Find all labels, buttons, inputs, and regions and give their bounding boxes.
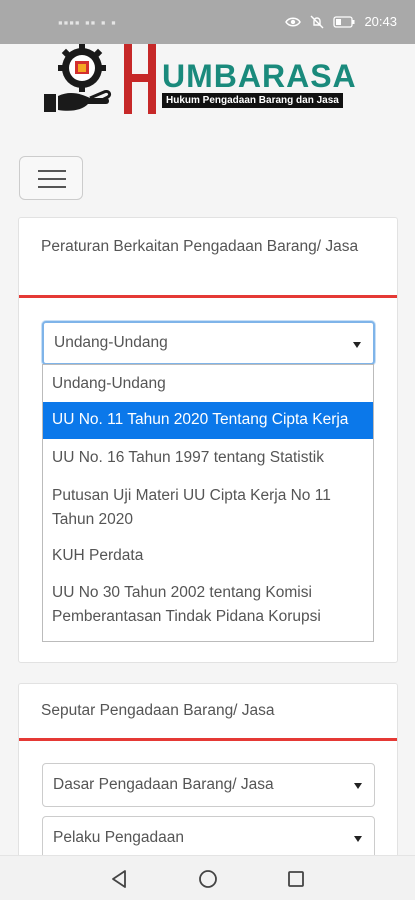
- dropdown-option[interactable]: KUH Perdata: [43, 537, 373, 575]
- status-bar: ▪▪▪▪ ▪▪ ▪ ▪ 20:43: [0, 0, 415, 44]
- gear-hand-emblem-icon: [44, 44, 112, 112]
- home-icon: [199, 870, 217, 888]
- back-icon: [112, 870, 126, 888]
- brand-tagline: Hukum Pengadaan Barang dan Jasa: [162, 93, 343, 108]
- recents-icon: [288, 871, 304, 887]
- brand-name: UMBARASA: [162, 58, 357, 94]
- dropdown-option-selected[interactable]: UU No. 11 Tahun 2020 Tentang Cipta Kerja: [43, 402, 373, 439]
- regulations-select[interactable]: Undang-Undang: [42, 321, 375, 365]
- caret-down-icon: [353, 342, 361, 348]
- dropdown-option[interactable]: Undang-Undang: [43, 365, 373, 402]
- procurement-card-title: Seputar Pengadaan Barang/ Jasa: [19, 684, 397, 741]
- hamburger-icon-line: [38, 186, 66, 188]
- dropdown-option[interactable]: Putusan Uji Materi UU Cipta Kerja No 11 …: [43, 477, 373, 537]
- recents-button[interactable]: [281, 864, 311, 894]
- dropdown-option[interactable]: UU No 30 Tahun 2002 tentang Komisi Pembe…: [43, 575, 373, 634]
- battery-icon: [333, 15, 355, 28]
- regulations-select-value: Undang-Undang: [54, 334, 168, 351]
- navbar-toggle-button[interactable]: [19, 156, 83, 200]
- caret-down-icon: [354, 783, 362, 789]
- status-time: 20:43: [364, 14, 397, 29]
- regulations-card-title: Peraturan Berkaitan Pengadaan Barang/ Ja…: [19, 218, 397, 298]
- caret-down-icon: [354, 836, 362, 842]
- hamburger-icon: [38, 170, 66, 172]
- procurement-basis-select[interactable]: Dasar Pengadaan Barang/ Jasa: [42, 763, 375, 807]
- status-icons: 20:43: [285, 14, 397, 29]
- eye-icon: [285, 17, 302, 26]
- procurement-actors-select-value: Pelaku Pengadaan: [53, 829, 185, 846]
- home-button[interactable]: [193, 864, 223, 894]
- mute-icon: [310, 15, 324, 28]
- regulations-dropdown-list[interactable]: Undang-Undang UU No. 11 Tahun 2020 Tenta…: [42, 364, 374, 642]
- back-button[interactable]: [104, 864, 134, 894]
- procurement-basis-select-value: Dasar Pengadaan Barang/ Jasa: [53, 776, 274, 793]
- system-navigation-bar: [0, 855, 415, 900]
- site-logo[interactable]: UMBARASA Hukum Pengadaan Barang dan Jasa: [40, 44, 380, 116]
- brand-h-letter-icon: [124, 44, 156, 114]
- notification-indicators: ▪▪▪▪ ▪▪ ▪ ▪: [58, 15, 117, 30]
- procurement-actors-select[interactable]: Pelaku Pengadaan: [42, 816, 375, 860]
- hamburger-icon-line: [38, 178, 66, 180]
- dropdown-option[interactable]: UU No. 16 Tahun 1997 tentang Statistik: [43, 439, 373, 477]
- site-header: UMBARASA Hukum Pengadaan Barang dan Jasa: [0, 44, 415, 216]
